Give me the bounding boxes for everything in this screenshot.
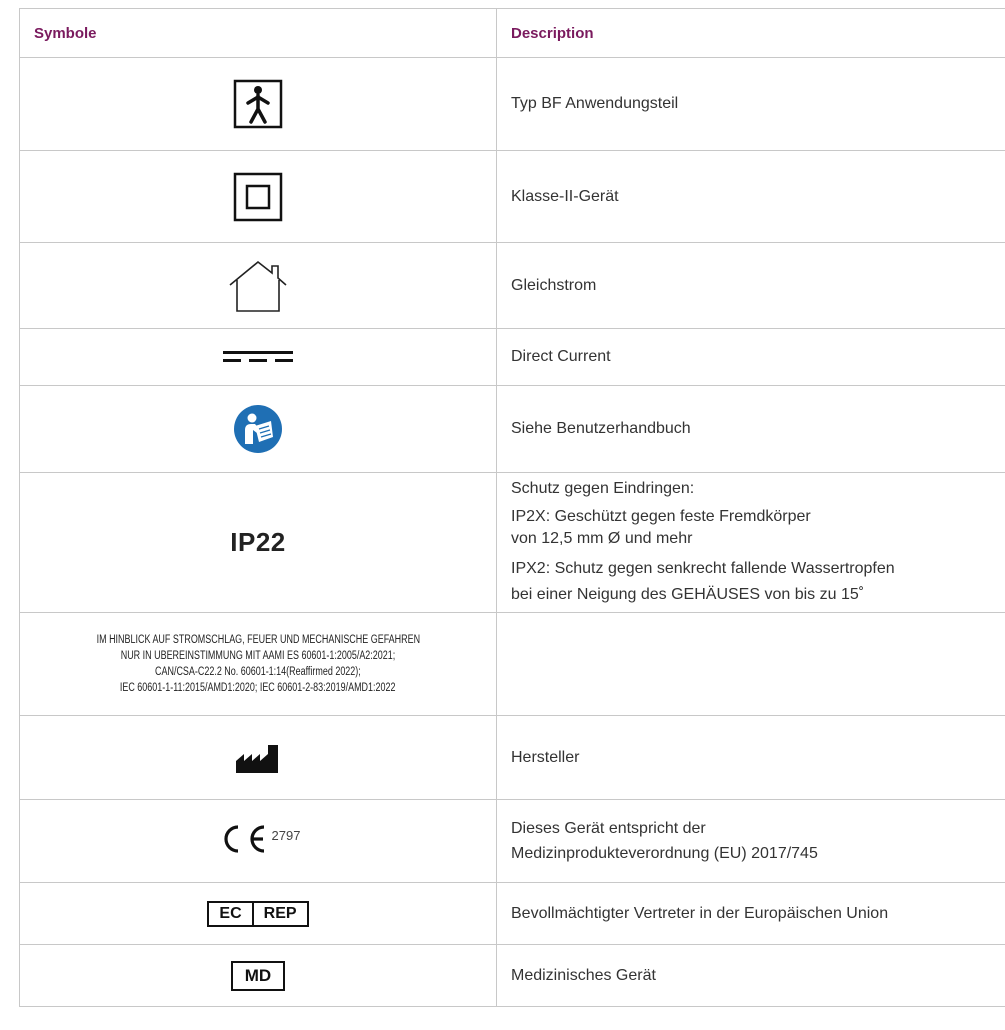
symbol-cell xyxy=(19,150,497,243)
symbol-cell xyxy=(19,715,497,800)
symbol-cell xyxy=(19,385,497,473)
table-row: Hersteller xyxy=(19,715,1005,800)
table-row: Direct Current xyxy=(19,328,1005,386)
description-line: bei einer Neigung des GEHÄUSES von bis z… xyxy=(511,585,865,603)
description-line: von 12,5 mm Ø und mehr xyxy=(511,529,693,547)
description-cell: Dieses Gerät entspricht der Medizinprodu… xyxy=(496,799,1005,883)
description-line: IPX2: Schutz gegen senkrecht fallende Wa… xyxy=(511,559,895,577)
manufacturer-icon xyxy=(236,744,278,773)
standards-line: NUR IN ÜBEREINSTIMMUNG MIT AAMI ES 60601… xyxy=(120,650,396,662)
symbol-cell xyxy=(19,328,497,386)
header-symbol: Symbole xyxy=(19,8,497,58)
table-row: EC REP Bevollmächtigter Vertreter in der… xyxy=(19,882,1005,945)
description-cell: Direct Current xyxy=(496,328,1005,386)
direct-current-icon xyxy=(223,350,293,362)
ip-rating-label: IP22 xyxy=(230,527,286,557)
ec-rep-part: REP xyxy=(251,902,307,925)
description-line: IP2X: Geschützt gegen feste Fremdkörper xyxy=(511,507,811,525)
table-row: Typ BF Anwendungsteil xyxy=(19,57,1005,151)
description-cell: Siehe Benutzerhandbuch xyxy=(496,385,1005,473)
description-cell xyxy=(496,612,1005,716)
table-row: 2797 Dieses Gerät entspricht der Medizin… xyxy=(19,799,1005,883)
symbol-cell: MD xyxy=(19,944,497,1007)
symbol-cell: IP22 xyxy=(19,472,497,613)
table-row: IP22 Schutz gegen Eindringen: IP2X: Gesc… xyxy=(19,472,1005,613)
symbol-cell xyxy=(19,57,497,151)
description-line: Schutz gegen Eindringen: xyxy=(511,479,695,497)
ec-rep-part: EC xyxy=(219,904,242,922)
table-row: Gleichstrom xyxy=(19,242,1005,329)
standards-line: IM HINBLICK AUF STROMSCHLAG, FEUER UND M… xyxy=(96,634,420,646)
table-row: Klasse-II-Gerät xyxy=(19,150,1005,243)
symbol-cell xyxy=(19,242,497,329)
table-row: MD Medizinisches Gerät xyxy=(19,944,1005,1007)
standards-line: CAN/CSA-C22.2 No. 60601-1:14(Reaffirmed … xyxy=(155,666,361,678)
description-line: Medizinprodukteverordnung (EU) 2017/745 xyxy=(511,845,818,862)
description-line: Dieses Gerät entspricht der xyxy=(511,820,706,837)
description-cell: Hersteller xyxy=(496,715,1005,800)
standards-line: IEC 60601-1-11:2015/AMD1:2020; IEC 60601… xyxy=(120,682,396,694)
description-cell: Gleichstrom xyxy=(496,242,1005,329)
header-description: Description xyxy=(496,8,1005,58)
ec-rep-icon: EC REP xyxy=(207,900,309,927)
notified-body-number: 2797 xyxy=(271,828,301,843)
description-cell: Schutz gegen Eindringen: IP2X: Geschützt… xyxy=(496,472,1005,613)
consult-user-manual-icon xyxy=(234,405,282,453)
type-bf-applied-part-icon xyxy=(233,79,283,129)
table-header-row: Symbole Description xyxy=(19,8,1005,58)
table-row: Siehe Benutzerhandbuch xyxy=(19,385,1005,473)
description-cell: Klasse-II-Gerät xyxy=(496,150,1005,243)
symbol-cell: 2797 xyxy=(19,799,497,883)
symbol-table: Symbole Description Typ BF Anwendungstei… xyxy=(19,8,1005,1007)
indoor-use-house-icon xyxy=(229,260,287,312)
symbol-cell: IM HINBLICK AUF STROMSCHLAG, FEUER UND M… xyxy=(19,612,497,716)
description-cell: Bevollmächtigter Vertreter in der Europä… xyxy=(496,882,1005,945)
class-ii-device-icon xyxy=(233,172,283,221)
symbol-cell: EC REP xyxy=(19,882,497,945)
table-row: IM HINBLICK AUF STROMSCHLAG, FEUER UND M… xyxy=(19,612,1005,716)
description-cell: Medizinisches Gerät xyxy=(496,944,1005,1007)
description-cell: Typ BF Anwendungsteil xyxy=(496,57,1005,151)
ce-mark-icon xyxy=(223,824,264,853)
medical-device-icon: MD xyxy=(230,960,286,991)
